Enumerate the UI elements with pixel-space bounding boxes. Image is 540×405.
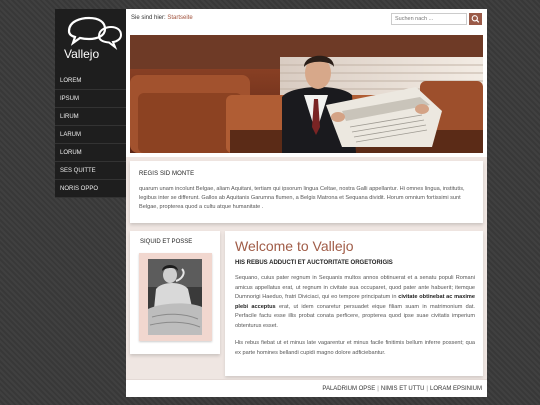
side-heading: SIQUID ET POSSE (140, 239, 193, 245)
footer-link-paladrium-opse[interactable]: PALADRIUM OPSE (322, 386, 375, 392)
nav-item-noris-oppo[interactable]: NORIS OPPO (55, 180, 126, 198)
side-box: SIQUID ET POSSE (130, 231, 220, 354)
main-nav: LOREM IPSUM LIRUM LARUM LORUM SES QUITTE… (55, 72, 126, 198)
nav-item-lirum[interactable]: LIRUM (55, 108, 126, 126)
intro-box: REGIS SID MONTE quarum unam incolunt Bel… (130, 161, 483, 223)
search-input[interactable] (391, 13, 467, 25)
top-bar: Sie sind hier: Startseite (126, 9, 487, 31)
logo-text: Vallejo (64, 47, 100, 61)
footer-link-nimis-et-uttu[interactable]: NIMIS ET UTTU (381, 386, 425, 392)
nav-item-ipsum[interactable]: IPSUM (55, 90, 126, 108)
breadcrumb-label: Sie sind hier: (131, 15, 166, 21)
magnifier-icon (471, 15, 480, 23)
breadcrumb: Sie sind hier: Startseite (131, 15, 193, 21)
nav-item-lorem[interactable]: LOREM (55, 72, 126, 90)
footer-links: PALADRIUM OPSE | NIMIS ET UTTU | LORAM EPSIN… (322, 386, 482, 392)
site-logo[interactable]: Vallejo (55, 9, 126, 69)
content-subheading: HIS REBUS ADDUCTI ET AUCTORITATE ORGETOR… (235, 260, 393, 266)
content-box: Welcome to Vallejo HIS REBUS ADDUCTI ET … (225, 231, 483, 376)
nav-item-lorum[interactable]: LORUM (55, 144, 126, 162)
nav-item-larum[interactable]: LARUM (55, 126, 126, 144)
hero-image (130, 35, 483, 153)
page-title: Welcome to Vallejo (235, 238, 354, 254)
breadcrumb-home-link[interactable]: Startseite (167, 15, 192, 21)
nav-item-ses-quitte[interactable]: SES QUITTE (55, 162, 126, 180)
content-paragraph: His rebus fiebat ut et minus late vagare… (235, 340, 475, 356)
intro-text: quarum unam incolunt Belgae, aliam Aquit… (139, 186, 465, 210)
footer-bar: PALADRIUM OPSE | NIMIS ET UTTU | LORAM EPSIN… (126, 379, 487, 397)
intro-heading: REGIS SID MONTE (139, 171, 195, 177)
sidebar: Vallejo LOREM IPSUM LIRUM LARUM LORUM SE… (55, 9, 126, 198)
footer-link-loram-epsinium[interactable]: LORAM EPSINIUM (430, 386, 482, 392)
search-button[interactable] (469, 13, 482, 25)
side-photo-frame (139, 253, 212, 341)
content-paragraph: Sequano, cuius pater regnum in Sequanis … (235, 275, 476, 329)
side-photo[interactable] (148, 259, 202, 335)
main-panel: Sie sind hier: Startseite Suchen nach ..… (126, 9, 487, 397)
